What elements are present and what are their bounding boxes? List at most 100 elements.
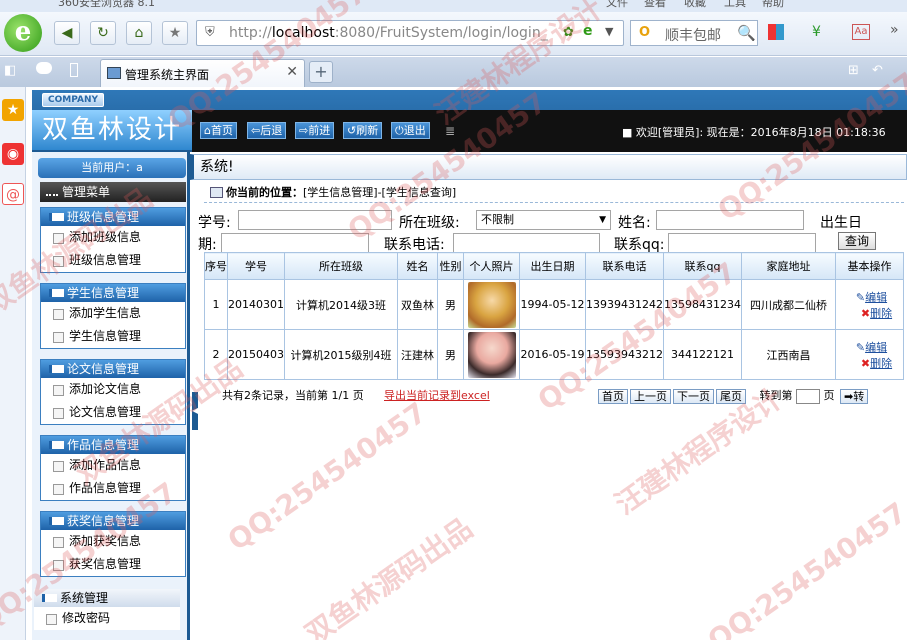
sidebar-item-manage-works[interactable]: 作品信息管理 xyxy=(41,477,185,500)
table-row: 2 20150403 计算机2015级别4班 汪建林 男 2016-05-19 … xyxy=(204,329,905,380)
undo-close-icon[interactable]: ↶ xyxy=(872,63,883,78)
new-tab-button[interactable]: + xyxy=(309,61,333,83)
menu-group-title[interactable]: 系统管理 xyxy=(34,589,180,607)
arrow-left-icon: ⇦ xyxy=(251,124,261,137)
export-excel-link[interactable]: 导出当前记录到excel xyxy=(384,384,490,408)
address-bar[interactable]: ⛨ http://localhost:8080/FruitSystem/logi… xyxy=(196,20,624,46)
menu-view[interactable]: 查看 xyxy=(644,0,666,8)
tab-bar: ◧ 管理系统主界面 ✕ + ⊞ ↶ xyxy=(0,57,907,87)
chevron-down-icon: ▼ xyxy=(599,215,606,225)
col-seq: 序号 xyxy=(204,252,228,280)
arrow-right-icon: ⇨ xyxy=(299,124,309,137)
name-input[interactable] xyxy=(656,210,804,230)
edit-link[interactable]: 编辑 xyxy=(865,341,887,354)
phone-input[interactable] xyxy=(453,233,600,253)
nav-home-button[interactable]: ⌂首页 xyxy=(200,122,237,139)
browser-navbar: e ◀ ↻ ⌂ ★ ⛨ http://localhost:8080/FruitS… xyxy=(0,12,907,56)
apps-icon[interactable] xyxy=(768,24,784,40)
sidebar-toggle-icon[interactable]: ◧ xyxy=(4,63,16,78)
refresh-icon[interactable]: ↻ xyxy=(90,21,116,45)
nav-forward-button[interactable]: ⇨前进 xyxy=(295,122,335,139)
sidebar-item-manage-award[interactable]: 获奖信息管理 xyxy=(41,553,185,576)
phone-icon[interactable] xyxy=(70,63,78,77)
page-number-input[interactable] xyxy=(796,388,820,404)
close-icon[interactable]: ✕ xyxy=(286,64,298,80)
menu-group-title[interactable]: 班级信息管理 xyxy=(41,208,185,226)
birth-date-input[interactable] xyxy=(221,233,369,253)
menu-group-paper: 论文信息管理 添加论文信息 论文信息管理 xyxy=(40,359,186,425)
cell-qq: 344122121 xyxy=(662,329,742,380)
next-page-button[interactable]: 下一页 xyxy=(673,388,714,404)
sidebar-item-manage-paper[interactable]: 论文信息管理 xyxy=(41,401,185,424)
star-icon[interactable]: ★ xyxy=(162,21,188,45)
menu-file[interactable]: 文件 xyxy=(606,0,628,8)
search-box[interactable]: O 顺丰包邮 🔍 xyxy=(630,20,758,46)
more-icon[interactable]: » xyxy=(890,22,899,38)
last-page-button[interactable]: 尾页 xyxy=(716,388,746,404)
compat-icon[interactable]: ✿ xyxy=(563,25,574,40)
tab-list-icon[interactable]: ⊞ xyxy=(848,63,859,78)
current-user: 当前用户：a xyxy=(38,158,186,178)
ie-mode-icon[interactable]: e xyxy=(583,23,593,39)
menu-group-title[interactable]: 学生信息管理 xyxy=(41,284,185,302)
nav-logout-button[interactable]: ⏻退出 xyxy=(391,122,430,139)
cloud-icon[interactable] xyxy=(36,62,52,74)
first-page-button[interactable]: 首页 xyxy=(598,388,628,404)
chevron-down-icon[interactable]: ▼ xyxy=(605,25,613,38)
cell-student-no: 20150403 xyxy=(227,329,285,380)
favorites-star-icon[interactable]: ★ xyxy=(2,99,24,121)
mail-icon[interactable]: @ xyxy=(2,183,24,205)
sidebar-item-add-works[interactable]: 添加作品信息 xyxy=(41,454,185,477)
col-name: 姓名 xyxy=(397,252,438,280)
browser-logo-icon: e xyxy=(4,14,42,52)
menu-group-title[interactable]: 作品信息管理 xyxy=(41,436,185,454)
delete-link[interactable]: 删除 xyxy=(870,357,892,370)
cell-photo xyxy=(463,329,520,380)
sidebar-item-change-password[interactable]: 修改密码 xyxy=(34,607,180,630)
col-qq: 联系qq xyxy=(662,252,742,280)
menu-group-title[interactable]: 获奖信息管理 xyxy=(41,512,185,530)
delete-link[interactable]: 删除 xyxy=(870,307,892,320)
col-photo: 个人照片 xyxy=(463,252,520,280)
class-select[interactable]: 不限制 ▼ xyxy=(476,210,611,230)
back-icon[interactable]: ◀ xyxy=(54,21,80,45)
sidebar-collapse-handle[interactable]: ◀ xyxy=(192,392,198,430)
menu-group-system: 系统管理 修改密码 xyxy=(34,589,180,630)
sidebar-item-add-award[interactable]: 添加获奖信息 xyxy=(41,530,185,553)
home-icon[interactable]: ⌂ xyxy=(126,21,152,45)
go-button[interactable]: ➡转 xyxy=(840,388,869,404)
search-placeholder: 顺丰包邮 xyxy=(665,28,721,44)
sidebar-item-manage-student[interactable]: 学生信息管理 xyxy=(41,325,185,348)
sidebar-item-add-class[interactable]: 添加班级信息 xyxy=(41,226,185,249)
location-icon xyxy=(210,187,223,198)
student-no-input[interactable] xyxy=(238,210,392,230)
menu-group-title[interactable]: 论文信息管理 xyxy=(41,360,185,378)
cell-birth: 1994-05-12 xyxy=(519,279,586,330)
edit-icon[interactable]: ✎ xyxy=(856,341,865,354)
cell-phone: 13939431242 xyxy=(585,279,664,330)
currency-icon[interactable]: ¥ xyxy=(812,24,821,40)
delete-icon[interactable]: ✖ xyxy=(861,357,870,370)
table-row: 1 20140301 计算机2014级3班 双鱼林 男 1994-05-12 1… xyxy=(204,279,905,330)
arrow-right-icon: ➡ xyxy=(844,389,854,403)
menu-favorites[interactable]: 收藏 xyxy=(684,0,706,8)
cell-actions: ✎编辑 ✖删除 xyxy=(834,279,905,330)
query-button[interactable]: 查询 xyxy=(838,232,876,250)
nav-refresh-button[interactable]: ↺刷新 xyxy=(343,122,383,139)
qq-input[interactable] xyxy=(668,233,816,253)
tab-main[interactable]: 管理系统主界面 ✕ xyxy=(100,59,305,87)
menu-help[interactable]: 帮助 xyxy=(762,0,784,8)
menu-tools[interactable]: 工具 xyxy=(724,0,746,8)
weibo-icon[interactable]: ◉ xyxy=(2,143,24,165)
delete-icon[interactable]: ✖ xyxy=(861,307,870,320)
edit-icon[interactable]: ✎ xyxy=(856,291,865,304)
translate-icon[interactable]: Aa xyxy=(852,24,870,40)
search-icon[interactable]: 🔍 xyxy=(737,24,756,42)
sidebar-item-manage-class[interactable]: 班级信息管理 xyxy=(41,249,185,272)
table-header-row: 序号 学号 所在班级 姓名 性别 个人照片 出生日期 联系电话 联系qq 家庭地… xyxy=(204,252,905,280)
prev-page-button[interactable]: 上一页 xyxy=(630,388,671,404)
sidebar-item-add-student[interactable]: 添加学生信息 xyxy=(41,302,185,325)
sidebar-item-add-paper[interactable]: 添加论文信息 xyxy=(41,378,185,401)
nav-back-button[interactable]: ⇦后退 xyxy=(247,122,287,139)
edit-link[interactable]: 编辑 xyxy=(865,291,887,304)
